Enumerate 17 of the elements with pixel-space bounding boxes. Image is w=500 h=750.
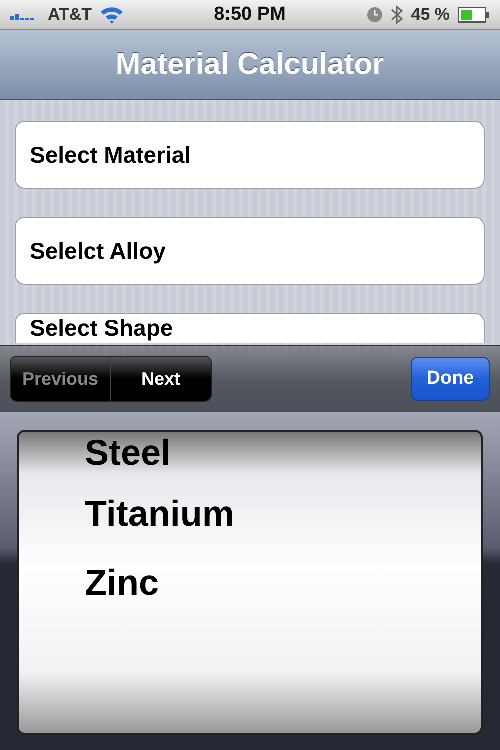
battery-percent: 45 %: [411, 4, 450, 24]
battery-icon: [458, 6, 490, 22]
picker-option[interactable]: Zinc: [85, 548, 481, 617]
clock-time: 8:50 PM: [214, 4, 286, 26]
select-field[interactable]: Select Material: [15, 121, 485, 189]
carrier-name: AT&T: [48, 4, 92, 24]
picker-option[interactable]: Steel: [85, 432, 481, 466]
screen-title: Material Calculator: [116, 48, 384, 82]
next-button[interactable]: Next: [111, 357, 211, 401]
bluetooth-icon: [391, 4, 404, 24]
picker-option[interactable]: Titanium: [85, 479, 481, 548]
clock-icon: [367, 6, 384, 22]
select-field[interactable]: Select Shape: [15, 313, 485, 343]
wifi-icon: [100, 6, 124, 24]
select-field[interactable]: Selelct Alloy: [15, 217, 485, 285]
picker-wheel[interactable]: Steel Titanium Zinc: [17, 430, 483, 735]
done-button[interactable]: Done: [411, 357, 490, 401]
